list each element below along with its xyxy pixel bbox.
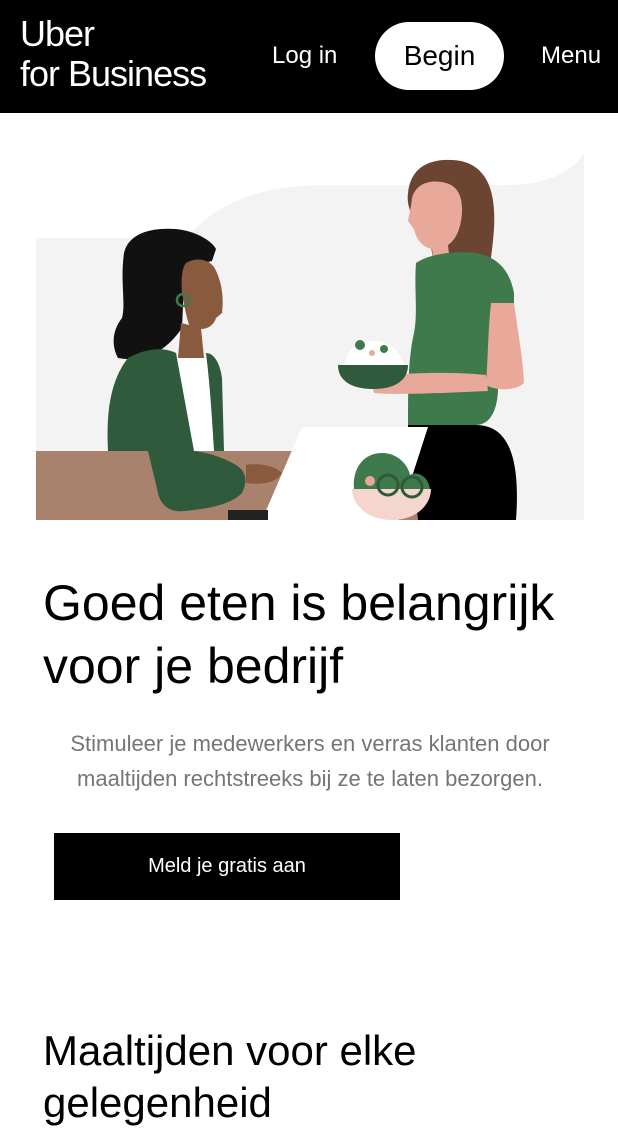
section-title-meals: Maaltijden voor elke gelegenheid <box>43 1027 417 1126</box>
hero-title-line-1: Goed eten is belangrijk <box>43 575 555 631</box>
uber-for-business-logo[interactable]: Uber for Business <box>20 13 207 94</box>
hero-title-line-2: voor je bedrijf <box>43 638 344 694</box>
menu-button[interactable]: Menu <box>541 40 601 72</box>
hero-illustration <box>36 153 584 520</box>
logo-line-uber: Uber <box>20 13 95 54</box>
hero-subtitle-line-1: Stimuleer je medewerkers en verras klant… <box>70 731 550 756</box>
logo-line-for-business: for Business <box>20 53 207 94</box>
begin-button[interactable]: Begin <box>375 22 504 90</box>
hero-subtitle-line-2: maaltijden rechtstreeks bij ze te laten … <box>77 766 543 791</box>
hero-subtitle: Stimuleer je medewerkers en verras klant… <box>30 726 590 796</box>
signup-free-button[interactable]: Meld je gratis aan <box>54 833 400 900</box>
login-link[interactable]: Log in <box>272 40 337 72</box>
hero-title: Goed eten is belangrijk voor je bedrijf <box>43 572 603 698</box>
top-nav-bar: Uber for Business Log in Begin Menu <box>0 0 618 113</box>
